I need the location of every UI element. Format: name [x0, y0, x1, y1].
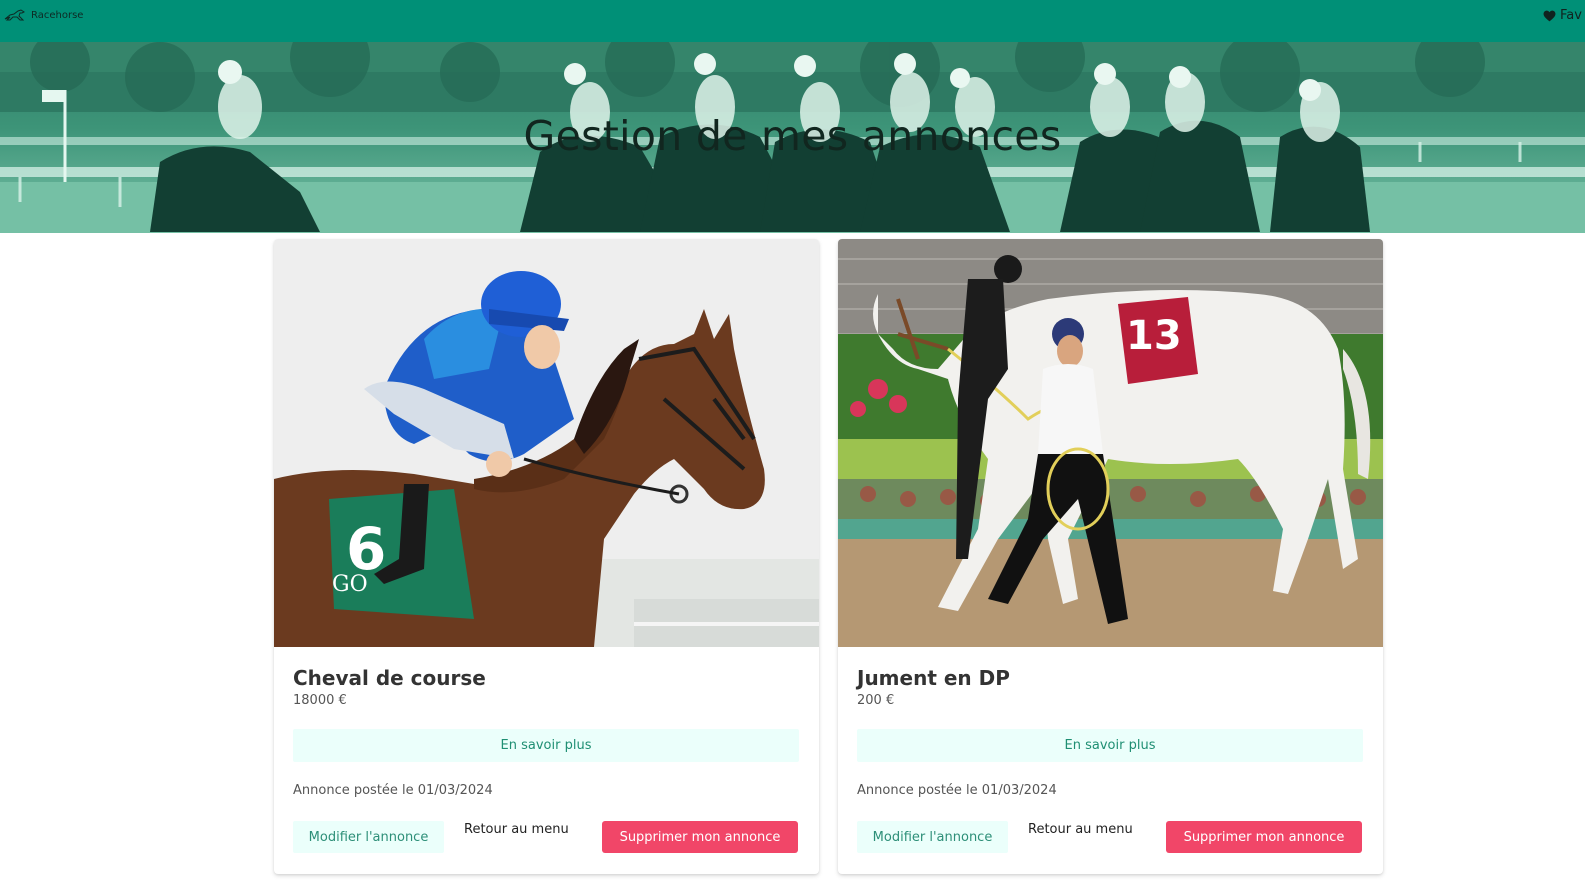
listing-title: Cheval de course	[293, 666, 486, 690]
horse-logo-icon	[4, 9, 25, 21]
more-info-button[interactable]: En savoir plus	[293, 729, 799, 762]
back-to-menu-link[interactable]: Retour au menu	[464, 822, 569, 837]
back-to-menu-link[interactable]: Retour au menu	[1028, 822, 1133, 837]
heart-icon	[1543, 10, 1556, 21]
page-title: Gestion de mes annonces	[523, 112, 1062, 160]
posted-date: Annonce postée le 01/03/2024	[293, 783, 493, 798]
favorites-link[interactable]: Fav	[1543, 8, 1582, 23]
listing-card: 13 Jument en DP 200 € En savoir plus Ann…	[838, 239, 1383, 874]
saddle-number: 13	[1126, 313, 1182, 359]
brand-name: Racehorse	[31, 10, 84, 21]
top-navbar: Racehorse Fav	[0, 0, 1585, 42]
saddle-cloth-text: GO	[332, 572, 368, 597]
brand-link[interactable]: Racehorse	[4, 9, 83, 22]
listing-price: 18000 €	[293, 693, 347, 708]
listing-title: Jument en DP	[857, 666, 1010, 690]
listing-price: 200 €	[857, 693, 895, 708]
listing-photo: 13	[838, 239, 1383, 647]
listing-photo: 6 GO	[274, 239, 819, 647]
posted-date: Annonce postée le 01/03/2024	[857, 783, 1057, 798]
hero-banner: Gestion de mes annonces	[0, 42, 1585, 233]
listing-card: 6 GO Cheval de course 18000 € En savoir …	[274, 239, 819, 874]
edit-listing-button[interactable]: Modifier l'annonce	[857, 821, 1008, 853]
edit-listing-button[interactable]: Modifier l'annonce	[293, 821, 444, 853]
delete-listing-button[interactable]: Supprimer mon annonce	[602, 821, 798, 853]
delete-listing-button[interactable]: Supprimer mon annonce	[1166, 821, 1362, 853]
more-info-button[interactable]: En savoir plus	[857, 729, 1363, 762]
favorites-label: Fav	[1560, 8, 1582, 23]
